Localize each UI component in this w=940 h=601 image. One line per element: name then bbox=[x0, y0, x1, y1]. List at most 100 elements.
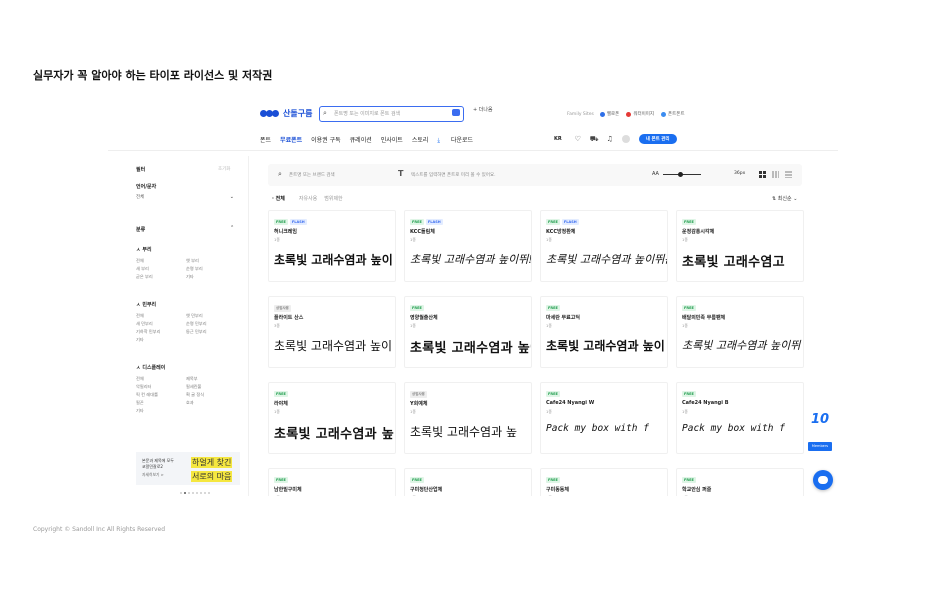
camera-icon[interactable] bbox=[452, 109, 460, 116]
logo-mark-icon bbox=[260, 110, 279, 117]
category-option[interactable]: 굳은 부리 bbox=[136, 274, 186, 280]
card-badges: 상업사용 bbox=[410, 391, 429, 398]
chat-button[interactable] bbox=[813, 470, 833, 490]
promo-badge[interactable]: 10 Members bbox=[808, 412, 832, 454]
font-card[interactable]: FREE 마세란 무료고딕 1종 초록빛 고래수염과 높이 bbox=[540, 296, 668, 368]
family-site-link[interactable]: 헬로폰 bbox=[599, 111, 619, 117]
category-option[interactable]: 필세린풀 bbox=[186, 384, 236, 390]
category-option[interactable]: 필끈 bbox=[136, 400, 186, 406]
more-link[interactable]: + 더나옴 bbox=[473, 106, 493, 113]
font-count: 1종 bbox=[410, 409, 416, 414]
logo[interactable]: 산돌구름 bbox=[260, 108, 312, 119]
font-name-search-input[interactable]: 폰트명 또는 브랜드 검색 bbox=[289, 172, 335, 178]
font-search-input[interactable]: ⌕ 폰트명 또는 이미지로 폰트 검색 bbox=[319, 106, 464, 122]
card-badges: FREE bbox=[410, 477, 426, 483]
card-badges: FREE bbox=[546, 305, 562, 311]
font-card[interactable]: FREE Cafe24 Nyangi B 1종 Pack my box with f bbox=[676, 382, 804, 454]
chevron-down-icon: ⌄ bbox=[229, 194, 234, 200]
category-option[interactable]: 기타 bbox=[186, 274, 236, 280]
font-card[interactable]: FREE 영양월출산체 1종 초록빛 고래수염과 높이 bbox=[404, 296, 532, 368]
nav-item-fonts[interactable]: 폰트 bbox=[260, 135, 271, 145]
font-preview: 초록빛 고래수염과 높이뛰 bbox=[682, 339, 801, 352]
font-count: 1종 bbox=[682, 237, 688, 242]
category-option[interactable]: 기하학 민부리 bbox=[136, 329, 186, 335]
nav-item-free-fonts[interactable]: 무료폰트 bbox=[280, 135, 302, 145]
bell-icon[interactable]: ♫ bbox=[606, 135, 614, 143]
heart-icon[interactable]: ♡ bbox=[574, 135, 582, 143]
reset-button[interactable]: 초기화 bbox=[218, 166, 230, 172]
sort-icon: ⇅ bbox=[772, 196, 777, 202]
font-card[interactable]: FREE 구미청단산업체 1종 bbox=[404, 468, 532, 496]
my-fonts-button[interactable]: 내 폰트 관리 bbox=[638, 134, 677, 144]
category-option[interactable]: 옛 부리 bbox=[186, 258, 236, 264]
language-select[interactable]: 전체 ⌄ bbox=[136, 194, 236, 205]
language-select[interactable]: KR bbox=[554, 136, 562, 142]
font-card[interactable]: FREE 배달의민족 무릎팬체 1종 초록빛 고래수염과 높이뛰 bbox=[676, 296, 804, 368]
chevron-up-icon[interactable]: ⌃ bbox=[230, 225, 234, 231]
font-preview: 초록빛 고래수염과 높이 bbox=[546, 339, 665, 353]
category-option[interactable]: 악필리터 bbox=[136, 384, 186, 390]
font-card[interactable]: 상업사용 Y회예체 1종 초록빛 고래수염과 높 bbox=[404, 382, 532, 454]
card-badges: FREE FLASH bbox=[274, 219, 309, 225]
font-card[interactable]: FREE FLASH KCC돌림체 1종 초록빛 고래수염과 높이뛰! bbox=[404, 210, 532, 282]
category-option[interactable]: 전체 bbox=[136, 258, 186, 264]
category-option[interactable]: 둥근 민부리 bbox=[186, 329, 236, 335]
font-card[interactable]: FREE Cafe24 Nyangi W 1종 Pack my box with f bbox=[540, 382, 668, 454]
list-view-icon[interactable] bbox=[785, 171, 792, 178]
category-option[interactable]: 새 부리 bbox=[136, 266, 186, 272]
cart-icon[interactable]: ⛟ bbox=[590, 135, 599, 143]
column-view-icon[interactable] bbox=[772, 171, 779, 178]
sidebar-promo-banner[interactable]: 본문과 제목에 모두 코알민잘로2 자세히보기 > 하얼게 찾긴 서로의 마음 bbox=[136, 452, 240, 485]
font-preview: 초록빛 고래수염과 높 bbox=[410, 425, 517, 439]
grid-view-icon[interactable] bbox=[759, 171, 766, 178]
sort-select[interactable]: ⇅ 최신순 ⌄ bbox=[772, 195, 797, 202]
category-option[interactable]: 기타 bbox=[136, 408, 186, 414]
nav-item-story[interactable]: 스토리 bbox=[412, 135, 429, 145]
avatar-icon[interactable] bbox=[621, 135, 630, 143]
font-card[interactable]: FREE 학교안심 퍼즐 1종 bbox=[676, 468, 804, 496]
preview-text-input[interactable]: 텍스트를 입력하면 폰트로 미리 볼 수 있어요. bbox=[411, 172, 496, 178]
font-card[interactable]: FREE 구미동동체 1종 bbox=[540, 468, 668, 496]
nav-item-curation[interactable]: 큐레이션 bbox=[350, 135, 372, 145]
category-option[interactable]: 순명 부리 bbox=[186, 266, 236, 272]
font-card[interactable]: FREE 남한밑구미체 1종 bbox=[268, 468, 396, 496]
serif-icon: ㅅ bbox=[136, 247, 141, 253]
font-card[interactable]: 상업사용 플라이트 산스 3종 초록빛 고래수염과 높이 bbox=[268, 296, 396, 368]
category-option[interactable]: 새 민부리 bbox=[136, 321, 186, 327]
category-option[interactable]: 호과 bbox=[186, 400, 236, 406]
sans-icon: ㅅ bbox=[136, 302, 141, 308]
category-option[interactable]: 전체 bbox=[136, 376, 186, 382]
tab-limited[interactable]: 범위제한 bbox=[324, 195, 342, 202]
font-card[interactable]: FREEFLASH KCC방정환체 1종초록빛 고래수염과 높이뛰는 고 bbox=[540, 210, 668, 282]
font-card[interactable]: FREE FLASH 허니크레임 1종 초록빛 고래수염과 높이 bbox=[268, 210, 396, 282]
font-count: 1종 bbox=[274, 495, 280, 496]
license-badge: FLASH bbox=[561, 219, 579, 225]
size-value: 36px bbox=[734, 171, 746, 176]
font-count: 1종 bbox=[546, 323, 552, 328]
category-option[interactable]: 전체 bbox=[136, 313, 186, 319]
font-name: KCC돌림체 bbox=[410, 229, 435, 235]
family-site-icon bbox=[626, 111, 632, 117]
font-card[interactable]: FREE 라야체 1종 초록빛 고래수염과 높 bbox=[268, 382, 396, 454]
license-badge: 상업사용 bbox=[410, 391, 427, 398]
category-option[interactable]: 순명 민부리 bbox=[186, 321, 236, 327]
nav-item-download[interactable]: ⤓ 다운로드 bbox=[437, 135, 482, 145]
category-option[interactable]: 옛 민부리 bbox=[186, 313, 236, 319]
family-site-link[interactable]: 폰트폰트 bbox=[661, 111, 685, 117]
nav-item-insight[interactable]: 인사이트 bbox=[381, 135, 403, 145]
search-placeholder: 폰트명 또는 이미지로 폰트 검색 bbox=[334, 111, 401, 117]
font-card[interactable]: FREE 운정감흥시각체 1종 초록빛 고래수염고 bbox=[676, 210, 804, 282]
tab-free-use[interactable]: 자유사용 bbox=[299, 195, 317, 202]
card-badges: 상업사용 bbox=[274, 305, 293, 312]
category-option[interactable]: 기타 bbox=[136, 337, 186, 343]
size-slider-handle[interactable] bbox=[678, 172, 683, 177]
font-name: 영양월출산체 bbox=[410, 315, 438, 321]
nav-item-subscription[interactable]: 이용권 구독 bbox=[311, 135, 341, 145]
category-option[interactable]: 제목부 bbox=[186, 376, 236, 382]
family-site-link[interactable]: 워터이미지 bbox=[626, 111, 654, 117]
tab-all[interactable]: · 전체 bbox=[272, 195, 292, 202]
banner-pagination[interactable] bbox=[180, 492, 212, 494]
category-option[interactable]: 획 굴 정식 bbox=[186, 392, 236, 398]
banner-link[interactable]: 자세히보기 > bbox=[142, 472, 164, 478]
category-option[interactable]: 픽 컨 레대를 bbox=[136, 392, 186, 398]
